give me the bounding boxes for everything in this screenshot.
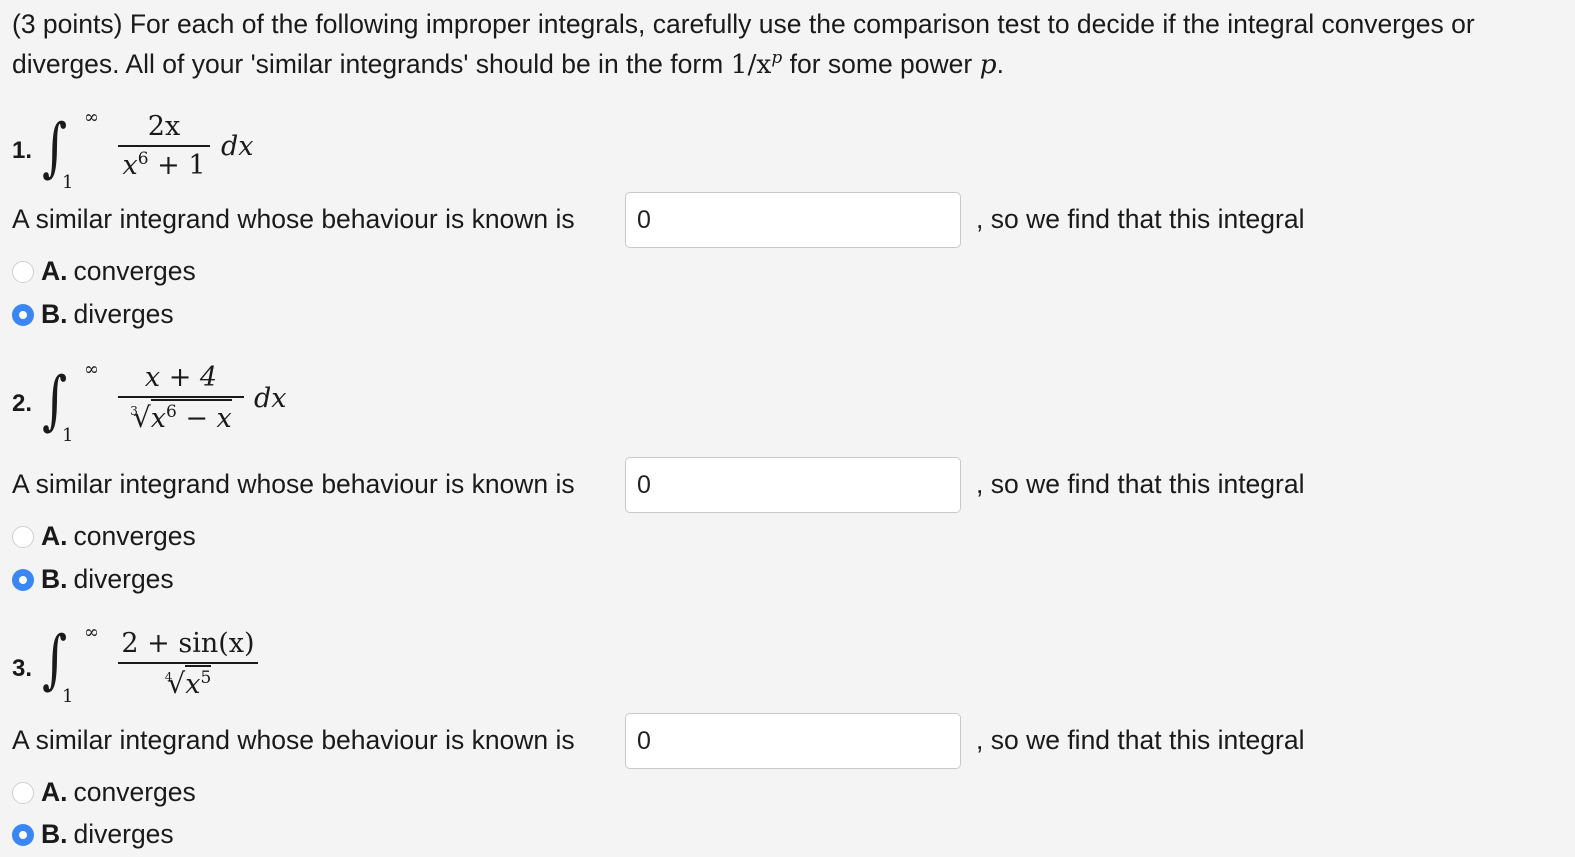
upper-limit: ∞: [84, 622, 99, 643]
radio-diverges-3[interactable]: [12, 823, 34, 846]
radio-converges-3[interactable]: [12, 781, 34, 804]
radicand: x5: [185, 665, 212, 700]
radicand-var: x: [150, 403, 166, 434]
numerator-text: x + 4: [144, 362, 218, 393]
option-letter: B.: [41, 564, 68, 594]
lower-limit: 1: [62, 686, 74, 707]
option-b[interactable]: B. diverges: [12, 819, 174, 850]
similar-integrand-input-2[interactable]: [625, 457, 961, 513]
numerator: x + 4: [118, 362, 244, 393]
denominator: 4√x5: [118, 665, 258, 700]
option-letter: A.: [41, 777, 68, 807]
integrand-fraction: x + 4 3√x6 − x: [118, 362, 244, 434]
fraction-bar: [118, 145, 210, 147]
upper-limit: ∞: [84, 107, 99, 128]
radicand-exp: 6: [165, 402, 177, 422]
numerator: 2x: [118, 111, 210, 142]
option-label: converges: [73, 777, 196, 807]
radicand: x6 − x: [150, 399, 232, 434]
radio-converges-2[interactable]: [12, 525, 34, 548]
dx: dx: [221, 131, 254, 162]
integral-sign: ∫: [42, 111, 68, 185]
similar-prompt: A similar integrand whose behaviour is k…: [12, 469, 575, 499]
after-text: , so we find that this integral: [976, 204, 1305, 234]
question-intro: (3 points) For each of the following imp…: [12, 4, 1557, 85]
radio-converges-1[interactable]: [12, 260, 34, 283]
numerator-text: 2 + sin(x): [121, 628, 255, 659]
problem-number: 1.: [12, 137, 33, 164]
option-letter: A.: [41, 256, 68, 286]
integral-sign: ∫: [42, 364, 68, 438]
intro-form: 1/x: [730, 49, 772, 80]
radio-diverges-2[interactable]: [12, 568, 34, 591]
option-a[interactable]: A. converges: [12, 521, 196, 552]
numerator-text: 2x: [147, 111, 181, 142]
radicand-rest: − x: [176, 403, 232, 434]
intro-middle: for some power: [782, 49, 980, 79]
den-rest: + 1: [148, 150, 206, 181]
problem-number: 3.: [12, 655, 33, 682]
fraction-bar: [118, 662, 258, 664]
option-label: diverges: [73, 299, 174, 329]
lower-limit: 1: [62, 425, 74, 446]
intro-suffix: .: [996, 49, 1004, 79]
option-b[interactable]: B. diverges: [12, 299, 174, 330]
after-text: , so we find that this integral: [976, 725, 1305, 755]
radicand-var: x: [185, 669, 201, 700]
problem-number: 2.: [12, 390, 33, 417]
option-letter: A.: [41, 521, 68, 551]
dx: dx: [254, 383, 287, 414]
integral-sign: ∫: [42, 623, 68, 697]
radical-sign: √: [167, 667, 186, 700]
fraction-bar: [118, 396, 244, 398]
intro-power: p: [771, 48, 783, 68]
option-b[interactable]: B. diverges: [12, 564, 174, 595]
den-exp: 6: [137, 149, 149, 169]
option-label: converges: [73, 256, 196, 286]
after-text: , so we find that this integral: [976, 469, 1305, 499]
similar-prompt: A similar integrand whose behaviour is k…: [12, 725, 575, 755]
integrand-fraction: 2 + sin(x) 4√x5: [118, 628, 258, 700]
similar-integrand-input-1[interactable]: [625, 192, 961, 248]
similar-prompt: A similar integrand whose behaviour is k…: [12, 204, 575, 234]
den-var: x: [122, 150, 138, 181]
option-a[interactable]: A. converges: [12, 777, 196, 808]
option-a[interactable]: A. converges: [12, 256, 196, 287]
denominator: x6 + 1: [118, 150, 210, 181]
radio-diverges-1[interactable]: [12, 303, 34, 326]
option-label: diverges: [73, 819, 174, 849]
similar-integrand-input-3[interactable]: [625, 713, 961, 769]
numerator: 2 + sin(x): [118, 628, 258, 659]
lower-limit: 1: [62, 172, 74, 193]
option-letter: B.: [41, 819, 68, 849]
option-label: diverges: [73, 564, 174, 594]
denominator: 3√x6 − x: [118, 399, 244, 434]
upper-limit: ∞: [84, 359, 99, 380]
intro-p: p: [979, 49, 997, 80]
radical-sign: √: [132, 401, 151, 434]
integrand-fraction: 2x x6 + 1: [118, 111, 210, 181]
radicand-exp: 5: [200, 668, 212, 688]
option-label: converges: [73, 521, 196, 551]
option-letter: B.: [41, 299, 68, 329]
